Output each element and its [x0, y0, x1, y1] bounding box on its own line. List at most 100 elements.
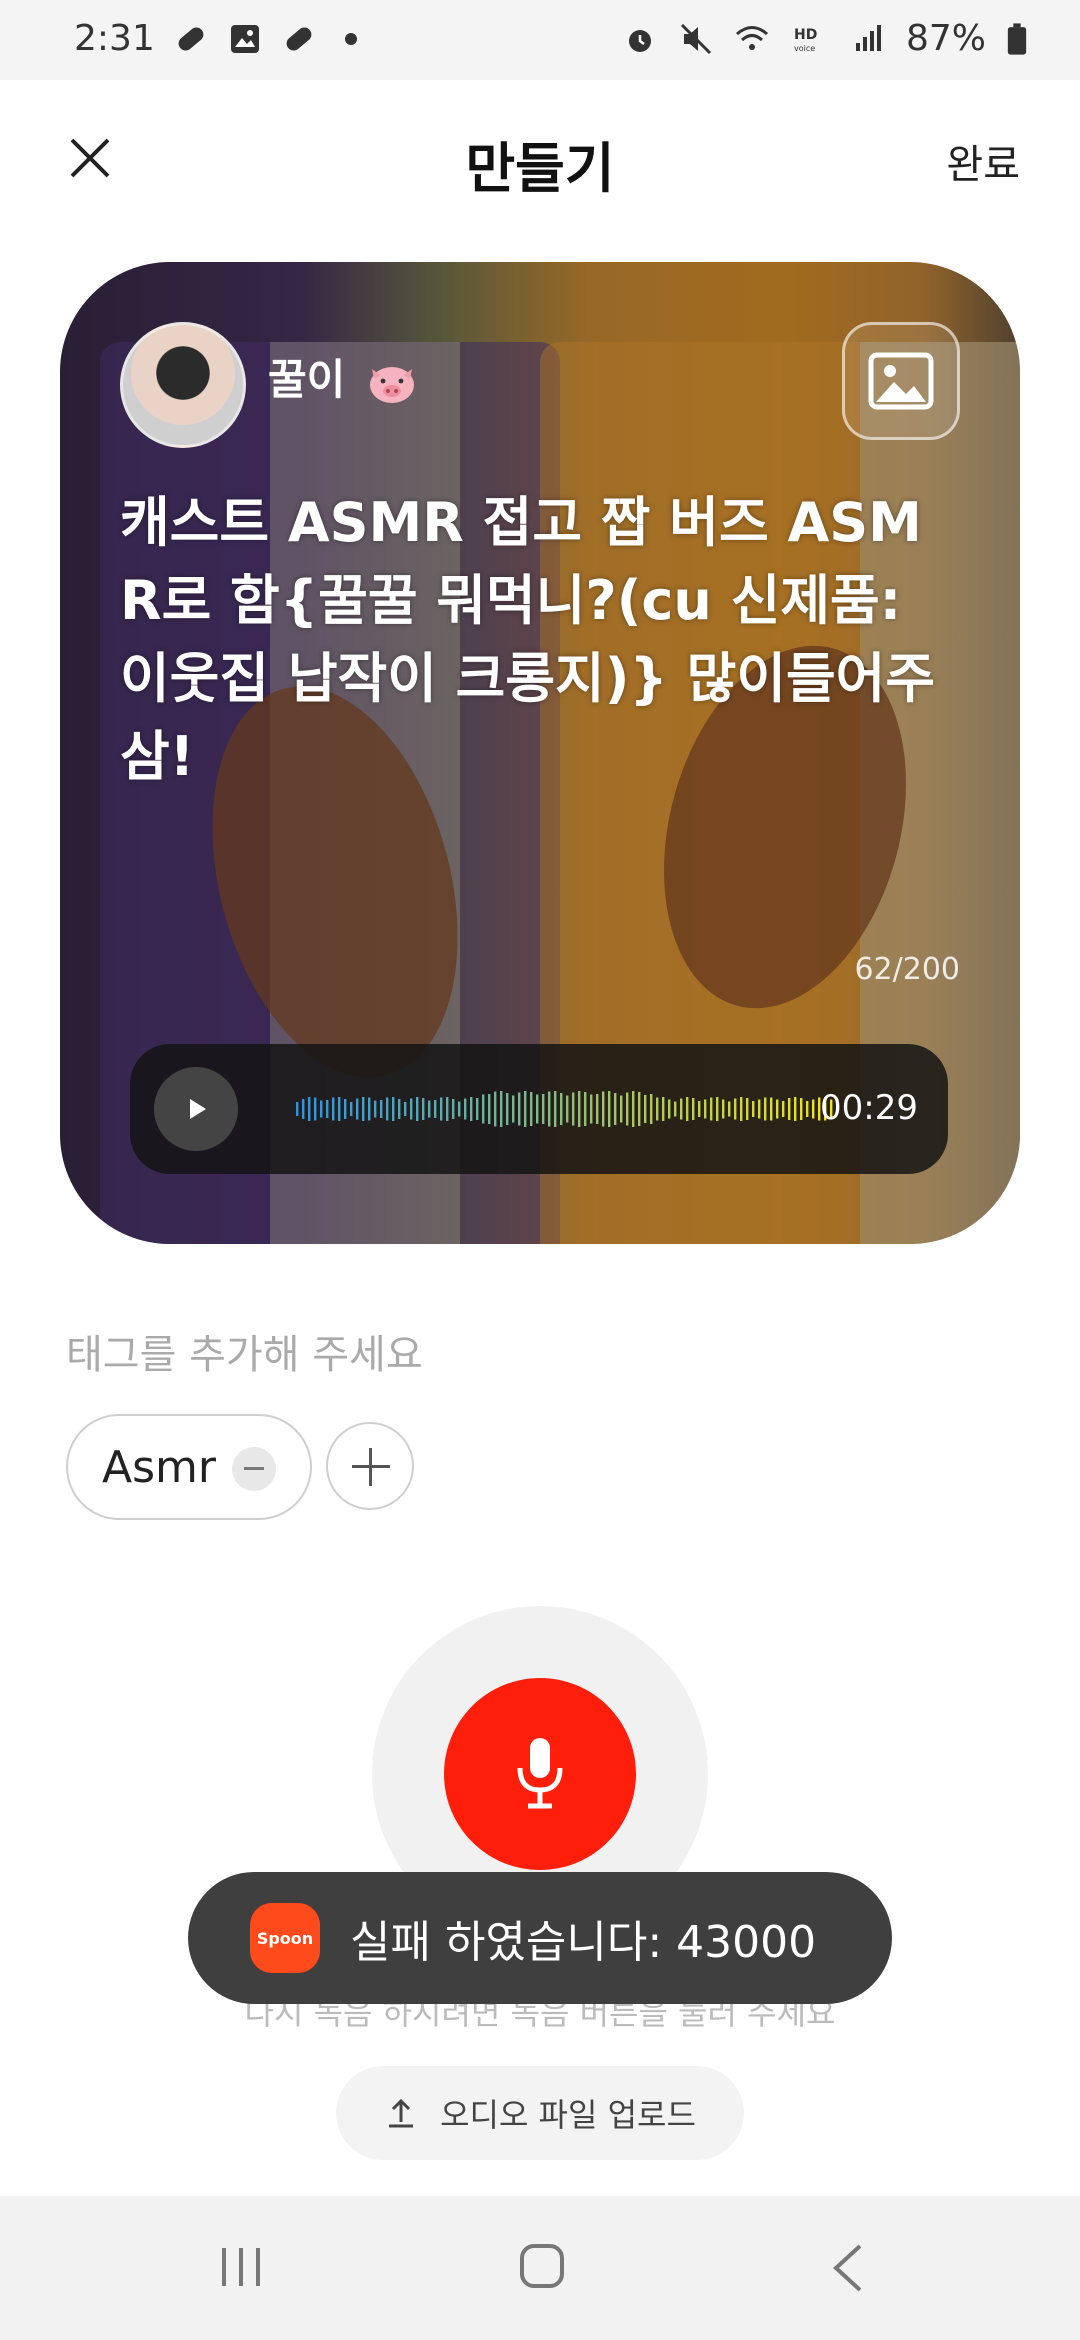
waveform-bar — [338, 1097, 341, 1121]
waveform-bar — [686, 1097, 689, 1121]
upload-icon — [389, 2098, 414, 2128]
waveform-bar — [704, 1099, 707, 1119]
waveform-bar — [308, 1097, 311, 1121]
waveform-bar — [296, 1102, 299, 1116]
waveform-bar — [812, 1099, 815, 1119]
waveform-bar — [470, 1097, 473, 1121]
waveform-bar — [404, 1102, 407, 1116]
username: 꿀이 — [268, 346, 418, 407]
waveform-bar — [764, 1097, 767, 1121]
signal-icon — [855, 24, 881, 51]
waveform-bar — [518, 1092, 521, 1126]
waveform-bar — [614, 1093, 617, 1125]
waveform-bar — [542, 1094, 545, 1124]
waveform-bar — [632, 1091, 635, 1127]
audio-player: 00:29 — [130, 1044, 948, 1174]
waveform-bar — [476, 1098, 479, 1120]
upload-audio-button[interactable]: 오디오 파일 업로드 — [336, 2066, 744, 2160]
tag-chip[interactable]: Asmr — [66, 1414, 312, 1520]
waveform-bar — [482, 1094, 485, 1124]
audio-duration: 00:29 — [820, 1088, 918, 1128]
username-text: 꿀이 — [268, 355, 346, 404]
waveform-bar — [644, 1095, 647, 1123]
waveform-bar — [626, 1092, 629, 1126]
waveform-bar — [578, 1091, 581, 1127]
waveform-bar — [410, 1098, 413, 1120]
waveform-bar — [674, 1101, 677, 1117]
pill-icon — [178, 27, 204, 50]
waveform-bar — [734, 1098, 737, 1120]
waveform-bar — [608, 1091, 611, 1127]
change-cover-image-button[interactable] — [842, 322, 960, 440]
waveform-bar — [398, 1099, 401, 1119]
waveform-bar — [794, 1097, 797, 1121]
record-button[interactable] — [444, 1678, 636, 1870]
waveform-bar — [368, 1097, 371, 1121]
waveform-bar — [698, 1101, 701, 1117]
waveform-bar — [770, 1097, 773, 1121]
waveform-bar — [428, 1100, 431, 1118]
status-bar: 2:31 HD voice 87% — [0, 0, 1080, 80]
waveform-bar — [458, 1101, 461, 1117]
waveform-bar — [566, 1095, 569, 1123]
waveform-bar — [560, 1093, 563, 1125]
waveform-bar — [524, 1091, 527, 1127]
waveform-bar — [782, 1101, 785, 1117]
cast-title-text[interactable]: 캐스트 ASMR 접고 짭 버즈 ASMR로 함{꿀꿀 뭐먹니?(cu 신제품:… — [120, 484, 940, 796]
waveform-bar — [536, 1094, 539, 1124]
done-button[interactable]: 완료 — [946, 132, 1020, 190]
waveform-bar — [494, 1091, 497, 1127]
waveform-bar — [746, 1098, 749, 1120]
battery-percent: 87% — [905, 18, 986, 59]
mute-icon — [680, 23, 712, 54]
char-count: 62/200 — [854, 952, 960, 987]
toast-message: 실패 하였습니다: 43000 — [350, 1917, 817, 1968]
waveform-bar — [728, 1101, 731, 1117]
waveform-bar — [692, 1098, 695, 1120]
notification-dot-icon — [344, 32, 357, 45]
waveform-bar — [800, 1098, 803, 1120]
svg-text:HD: HD — [794, 27, 817, 43]
waveform-bar — [722, 1099, 725, 1119]
waveform-bar — [668, 1099, 671, 1119]
waveform-bar — [710, 1097, 713, 1121]
waveform-bar — [716, 1097, 719, 1121]
tag-section-label: 태그를 추가해 주세요 — [66, 1332, 423, 1378]
waveform-bar — [662, 1097, 665, 1121]
page-title: 만들기 — [465, 137, 615, 200]
waveform-bar — [788, 1098, 791, 1120]
waveform-bar — [758, 1099, 761, 1119]
waveform-bar — [392, 1097, 395, 1121]
cast-cover-card: 꿀이 캐스트 ASMR 접고 짭 버즈 ASMR로 함{꿀꿀 뭐먹니?(cu 신… — [60, 262, 1020, 1244]
home-icon[interactable] — [518, 2242, 566, 2290]
image-icon — [868, 352, 934, 410]
waveform-bar — [512, 1095, 515, 1123]
waveform-bar — [650, 1094, 653, 1124]
waveform-bar — [500, 1091, 503, 1127]
waveform-bar — [740, 1097, 743, 1121]
waveform-bar — [530, 1092, 533, 1126]
waveform-bar — [584, 1092, 587, 1126]
play-button[interactable] — [154, 1067, 238, 1151]
waveform-bar — [602, 1091, 605, 1127]
back-icon[interactable] — [828, 2242, 868, 2294]
waveform-bar — [656, 1097, 659, 1121]
avatar — [120, 322, 246, 448]
remove-tag-icon[interactable] — [232, 1447, 276, 1491]
system-nav-bar — [0, 2196, 1080, 2340]
waveform-bar — [380, 1100, 383, 1118]
wifi-icon — [736, 25, 768, 50]
waveform-bar — [356, 1098, 359, 1120]
recent-apps-icon[interactable] — [216, 2242, 266, 2292]
waveform-bar — [452, 1099, 455, 1119]
waveform-bar — [488, 1094, 491, 1124]
pill-icon — [286, 27, 312, 50]
waveform-bar — [362, 1097, 365, 1121]
waveform-bar — [320, 1100, 323, 1118]
waveform-bar — [332, 1097, 335, 1121]
battery-icon — [1007, 22, 1027, 55]
add-tag-button[interactable] — [326, 1422, 414, 1510]
waveform-bar — [596, 1094, 599, 1124]
waveform-bar — [806, 1101, 809, 1117]
waveform-bar — [446, 1097, 449, 1121]
